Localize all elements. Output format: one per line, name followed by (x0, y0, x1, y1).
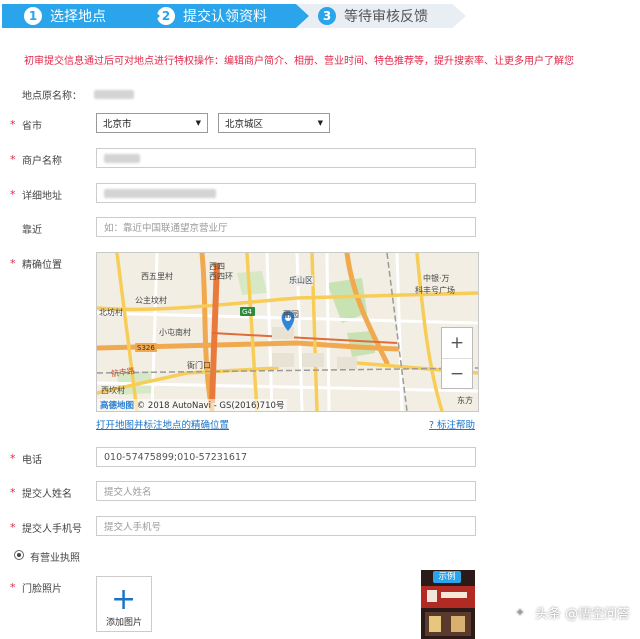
submitter-phone-input[interactable]: 提交人手机号 (96, 516, 476, 536)
step-label: 提交认领资料 (183, 9, 267, 25)
address-input[interactable] (96, 183, 476, 203)
door-photo-label: 门脸照片 (22, 583, 62, 595)
merchant-row: * 商户名称 (10, 148, 94, 170)
map-place-label: 科丰号广场 (415, 286, 455, 295)
address-row: * 详细地址 (10, 183, 94, 205)
submitter-phone-row: * 提交人手机号 (10, 516, 94, 538)
privilege-notice: 初审提交信息通过后可对地点进行特权操作：编辑商户简介、相册、营业时间、特色推荐等… (24, 56, 574, 67)
map-place-label: 小屯南村 (159, 328, 191, 337)
door-photo-row: * 门脸照片 (10, 576, 94, 598)
original-name-value-blurred (94, 89, 134, 99)
submitter-name-input[interactable]: 提交人姓名 (96, 481, 476, 501)
map-place-label: 公主坟村 (135, 296, 167, 305)
wukong-logo-icon: ✦ (510, 602, 530, 622)
required-mark: * (10, 152, 16, 166)
required-mark: * (10, 256, 16, 270)
map-place-label: 西五里村 (141, 272, 173, 281)
map-place-label: 中银·万 (423, 274, 450, 283)
required-mark: * (10, 187, 16, 201)
phone-label: 电话 (22, 454, 42, 466)
required-mark: * (10, 117, 16, 131)
submitter-name-label: 提交人姓名 (22, 488, 72, 500)
district-select[interactable]: 北京城区 ▼ (218, 113, 330, 133)
location-label: 精确位置 (22, 259, 62, 271)
merchant-name-input[interactable] (96, 148, 476, 168)
original-name-row: 地点原名称： (10, 83, 134, 105)
dropdown-caret-icon: ▼ (317, 119, 323, 127)
add-photo-button[interactable]: + 添加图片 (96, 576, 152, 632)
step-number: 1 (24, 7, 42, 25)
required-mark: * (10, 580, 16, 594)
location-row: * 精确位置 (10, 252, 94, 274)
dropdown-caret-icon: ▼ (195, 119, 201, 127)
step-number: 3 (318, 7, 336, 25)
step-select-place: 1 选择地点 (2, 4, 162, 28)
nearby-input[interactable]: 如：靠近中国联通望京营业厅 (96, 217, 476, 237)
nearby-row: 靠近 (10, 217, 94, 239)
map-place-label: 北坊村 (99, 308, 123, 317)
required-mark: * (10, 520, 16, 534)
province-select[interactable]: 北京市 ▼ (96, 113, 208, 133)
map-brand-logo: 高德地图 (100, 401, 135, 411)
example-tag: 示例 (433, 571, 461, 583)
step-label: 等待审核反馈 (344, 9, 428, 25)
map-place-label: 乐山区 (289, 275, 313, 286)
address-label: 详细地址 (22, 190, 62, 202)
open-map-link[interactable]: 打开地图并标注地点的精确位置 (96, 417, 229, 431)
map-place-label: 航丰路 (110, 366, 136, 379)
map-labels: 西四 西四环 乐山区 西五里村 公主坟村 北坊村 小屯南村 航丰路 衙门口 西坎… (97, 253, 478, 411)
map-place-label: 西坎村 (101, 386, 125, 395)
map-zoom-control: + − (441, 327, 473, 389)
example-photo: 示例 (421, 570, 475, 639)
phone-input[interactable]: 010-57475899;010-57231617 (96, 447, 476, 467)
map-place-label: 西四环 (209, 272, 233, 281)
progress-steps: 1 选择地点 2 提交认领资料 3 等待审核反馈 (0, 0, 640, 32)
original-name-label: 地点原名称： (22, 90, 82, 102)
map-place-label: 东方 (457, 396, 473, 405)
step-wait-review: 3 等待审核反馈 (296, 4, 466, 28)
nearby-label: 靠近 (22, 224, 42, 236)
province-label: 省市 (22, 120, 42, 132)
step-label: 选择地点 (50, 9, 106, 25)
required-mark: * (10, 451, 16, 465)
location-map[interactable]: S326 G4 西四 西四环 乐山区 西五里村 公主坟村 北坊村 小屯南村 航丰… (96, 252, 479, 412)
business-license-radio[interactable] (14, 550, 24, 560)
phone-row: * 电话 (10, 447, 94, 469)
watermark: ✦ 头条 @悟空问答 (510, 602, 630, 622)
map-place-label: 丽园 (283, 310, 299, 319)
marking-help-link[interactable]: ? 标注帮助 (429, 417, 475, 431)
plus-icon: + (111, 582, 137, 617)
map-copyright: 高德地图 © 2018 AutoNavi - GS(2016)710号 (97, 399, 288, 411)
required-mark: * (10, 485, 16, 499)
province-row: * 省市 (10, 113, 94, 135)
submitter-phone-label: 提交人手机号 (22, 523, 82, 535)
map-place-label: 衙门口 (187, 361, 211, 370)
merchant-label: 商户名称 (22, 155, 62, 167)
submitter-name-row: * 提交人姓名 (10, 481, 94, 503)
business-license-label: 有营业执照 (30, 553, 80, 564)
step-submit-info: 2 提交认领资料 (147, 4, 309, 28)
zoom-in-button[interactable]: + (442, 328, 472, 359)
zoom-out-button[interactable]: − (442, 359, 472, 389)
